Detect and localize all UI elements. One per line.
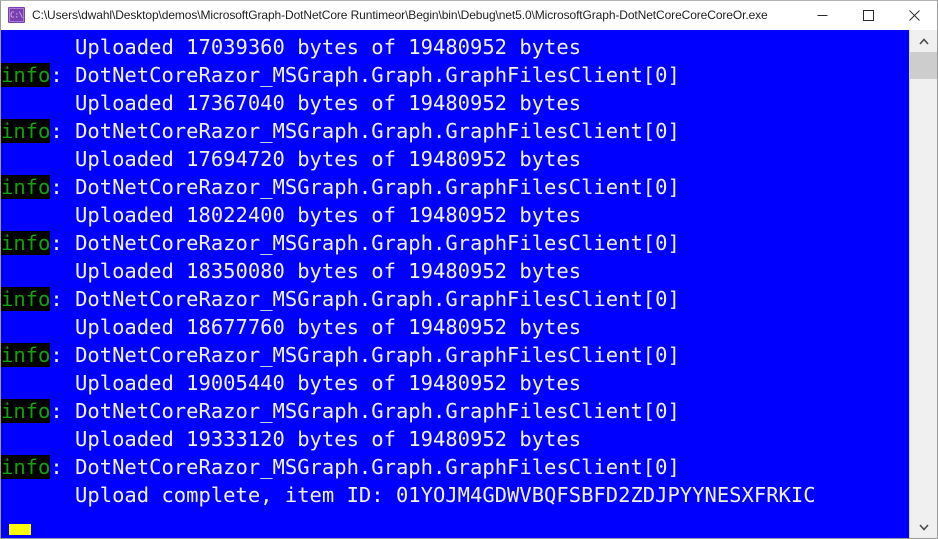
log-level-badge: info [1,119,51,143]
log-message-text: Uploaded 17694720 bytes of 19480952 byte… [1,147,582,171]
console-app-icon: C:\ [8,7,25,23]
console-log-message-line: Upload complete, item ID: 01YOJM4GDWVBQF… [1,481,909,509]
logger-name: DotNetCoreRazor_MSGraph.Graph.GraphFiles… [75,175,680,199]
minimize-icon [817,14,827,16]
console-log-header-line: info: DotNetCoreRazor_MSGraph.Graph.Grap… [1,285,909,313]
console-log-message-line: Uploaded 19005440 bytes of 19480952 byte… [1,369,909,397]
chevron-down-icon [918,523,929,531]
console-log-header-line: info: DotNetCoreRazor_MSGraph.Graph.Grap… [1,173,909,201]
log-level-separator: : [50,175,76,199]
console-log-header-line: info: DotNetCoreRazor_MSGraph.Graph.Grap… [1,229,909,257]
log-level-separator: : [50,399,76,423]
text-cursor [9,524,31,535]
console-log-message-line: Uploaded 17694720 bytes of 19480952 byte… [1,145,909,173]
log-level-separator: : [50,119,76,143]
log-message-text: Uploaded 19005440 bytes of 19480952 byte… [1,371,582,395]
scrollbar-track[interactable] [910,52,937,516]
scroll-down-button[interactable] [910,516,937,538]
logger-name: DotNetCoreRazor_MSGraph.Graph.GraphFiles… [75,343,680,367]
logger-name: DotNetCoreRazor_MSGraph.Graph.GraphFiles… [75,63,680,87]
close-button[interactable] [891,1,937,30]
console-log-header-line: info: DotNetCoreRazor_MSGraph.Graph.Grap… [1,341,909,369]
console-log-header-line: info: DotNetCoreRazor_MSGraph.Graph.Grap… [1,397,909,425]
log-message-text: Upload complete, item ID: 01YOJM4GDWVBQF… [1,483,816,507]
console-log-header-line: info: DotNetCoreRazor_MSGraph.Graph.Grap… [1,117,909,145]
log-level-badge: info [1,287,51,311]
console-log-message-line: Uploaded 18350080 bytes of 19480952 byte… [1,257,909,285]
log-message-text: Uploaded 17039360 bytes of 19480952 byte… [1,35,582,59]
log-message-text: Uploaded 18677760 bytes of 19480952 byte… [1,315,582,339]
log-level-separator: : [50,63,76,87]
maximize-icon [862,9,874,21]
logger-name: DotNetCoreRazor_MSGraph.Graph.GraphFiles… [75,287,680,311]
log-level-badge: info [1,63,51,87]
console-text: Uploaded 17039360 bytes of 19480952 byte… [1,30,909,509]
console-log-message-line: Uploaded 17039360 bytes of 19480952 byte… [1,33,909,61]
logger-name: DotNetCoreRazor_MSGraph.Graph.GraphFiles… [75,231,680,255]
log-level-badge: info [1,175,51,199]
minimize-button[interactable] [799,1,845,30]
log-level-separator: : [50,287,76,311]
close-icon [908,9,920,21]
console-app-icon-label: C:\ [10,10,23,20]
console-log-message-line: Uploaded 17367040 bytes of 19480952 byte… [1,89,909,117]
console-output-area[interactable]: Uploaded 17039360 bytes of 19480952 byte… [1,30,937,538]
title-bar[interactable]: C:\ C:\Users\dwahl\Desktop\demos\Microso… [1,1,937,30]
scroll-up-button[interactable] [910,30,937,52]
log-message-text: Uploaded 19333120 bytes of 19480952 byte… [1,427,582,451]
log-level-separator: : [50,455,76,479]
log-message-text: Uploaded 18022400 bytes of 19480952 byte… [1,203,582,227]
logger-name: DotNetCoreRazor_MSGraph.Graph.GraphFiles… [75,399,680,423]
log-message-text: Uploaded 17367040 bytes of 19480952 byte… [1,91,582,115]
chevron-up-icon [918,37,929,45]
log-message-text: Uploaded 18350080 bytes of 19480952 byte… [1,259,582,283]
log-level-badge: info [1,455,51,479]
console-log-message-line: Uploaded 18677760 bytes of 19480952 byte… [1,313,909,341]
log-level-badge: info [1,231,51,255]
window-controls [799,1,937,30]
window-title: C:\Users\dwahl\Desktop\demos\MicrosoftGr… [32,8,768,22]
log-level-separator: : [50,343,76,367]
logger-name: DotNetCoreRazor_MSGraph.Graph.GraphFiles… [75,119,680,143]
maximize-button[interactable] [845,1,891,30]
vertical-scrollbar[interactable] [909,30,937,538]
console-window: C:\ C:\Users\dwahl\Desktop\demos\Microso… [0,0,938,539]
console-log-message-line: Uploaded 18022400 bytes of 19480952 byte… [1,201,909,229]
log-level-separator: : [50,231,76,255]
logger-name: DotNetCoreRazor_MSGraph.Graph.GraphFiles… [75,455,680,479]
scrollbar-thumb[interactable] [910,52,937,79]
log-level-badge: info [1,343,51,367]
console-log-header-line: info: DotNetCoreRazor_MSGraph.Graph.Grap… [1,61,909,89]
log-level-badge: info [1,399,51,423]
console-log-header-line: info: DotNetCoreRazor_MSGraph.Graph.Grap… [1,453,909,481]
console-log-message-line: Uploaded 19333120 bytes of 19480952 byte… [1,425,909,453]
